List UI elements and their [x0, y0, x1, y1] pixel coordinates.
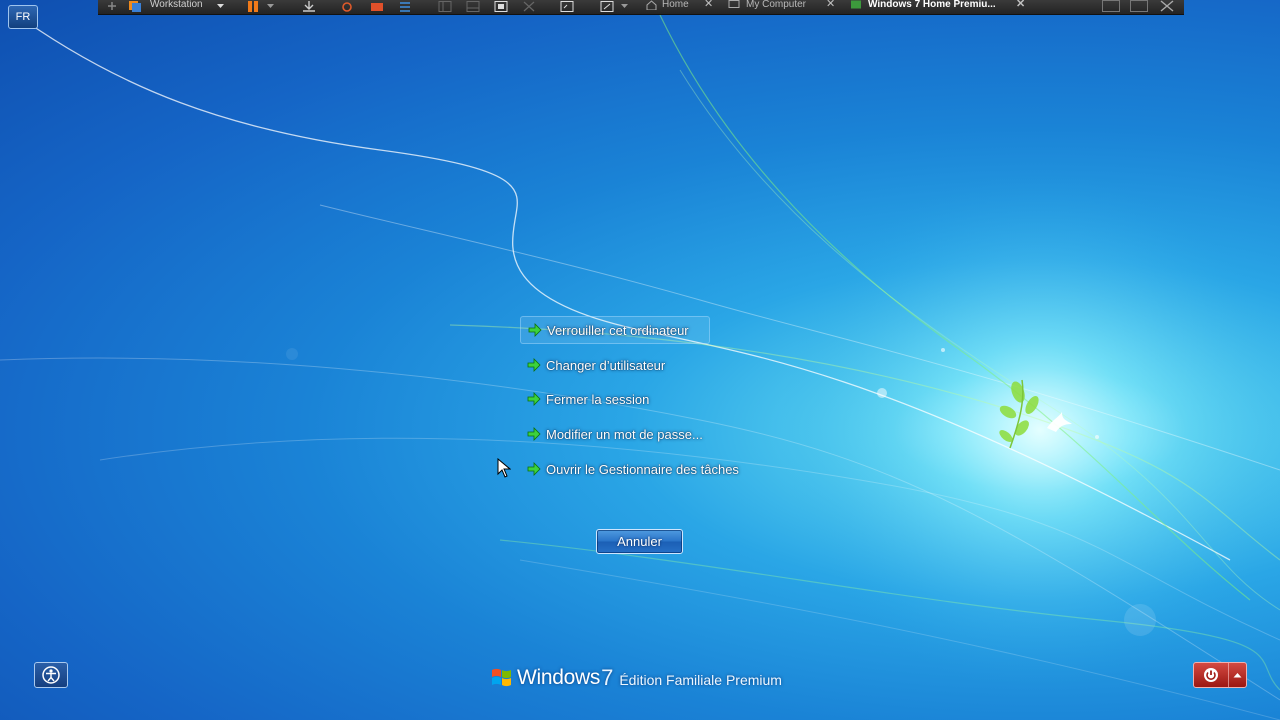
green-arrow-icon — [527, 392, 541, 406]
minimize-button[interactable] — [1102, 0, 1120, 12]
console-view-icon[interactable] — [560, 1, 574, 12]
restore-button[interactable] — [1130, 0, 1148, 12]
menu-item-label: Modifier un mot de passe... — [546, 426, 703, 442]
stretch-view-icon[interactable] — [600, 1, 614, 12]
vm-running-icon — [851, 0, 861, 9]
brand-edition: Édition Familiale Premium — [619, 672, 782, 688]
green-arrow-icon — [527, 462, 541, 476]
power-button[interactable] — [1194, 663, 1229, 687]
shutdown-button[interactable] — [1193, 662, 1247, 688]
chevron-down-icon[interactable] — [216, 1, 225, 12]
menu-item-lock-computer[interactable]: Verrouiller cet ordinateur — [520, 316, 710, 344]
full-screen-icon[interactable] — [494, 1, 508, 12]
vmware-logo-icon — [129, 1, 141, 12]
snapshot-icon[interactable] — [340, 1, 354, 12]
close-icon[interactable]: ✕ — [704, 0, 713, 10]
mouse-cursor-icon — [497, 458, 511, 478]
close-icon[interactable]: ✕ — [1016, 0, 1025, 10]
sidebar-icon[interactable] — [438, 1, 452, 12]
brand-word: Windows — [517, 666, 601, 689]
menu-item-change-password[interactable]: Modifier un mot de passe... — [520, 420, 780, 448]
close-button[interactable] — [1158, 0, 1176, 12]
grip-icon[interactable] — [106, 1, 118, 12]
cancel-button[interactable]: Annuler — [596, 529, 683, 554]
green-arrow-icon — [527, 427, 541, 441]
windows-branding: Windows 7 Édition Familiale Premium — [490, 661, 782, 691]
send-keys-icon[interactable] — [302, 1, 316, 12]
green-arrow-icon — [528, 323, 542, 337]
monitor-icon — [728, 0, 740, 8]
snapshot-manager-icon[interactable] — [398, 1, 412, 12]
shutdown-options-button[interactable] — [1229, 663, 1246, 687]
thumbnail-icon[interactable] — [466, 1, 480, 12]
power-icon — [1204, 668, 1218, 682]
language-indicator[interactable]: FR — [8, 5, 38, 29]
vmware-toolbar: Workstation Home ✕ My Computer ✕ Windows… — [98, 0, 1184, 15]
windows-flag-icon — [492, 668, 511, 687]
menu-item-log-off[interactable]: Fermer la session — [520, 385, 780, 413]
menu-item-label: Changer d’utilisateur — [546, 357, 666, 373]
tab-label: My Computer — [746, 0, 807, 10]
pause-icon[interactable] — [246, 1, 262, 12]
brand-version: 7 — [601, 665, 614, 690]
ease-of-access-icon — [42, 666, 60, 684]
green-arrow-icon — [527, 358, 541, 372]
home-icon — [646, 0, 657, 10]
close-icon — [1160, 0, 1174, 12]
menu-item-switch-user[interactable]: Changer d’utilisateur — [520, 351, 780, 379]
unity-icon[interactable] — [522, 1, 536, 12]
ease-of-access-button[interactable] — [34, 662, 68, 688]
menu-item-task-manager[interactable]: Ouvrir le Gestionnaire des tâches — [520, 455, 780, 483]
menu-item-label: Verrouiller cet ordinateur — [547, 322, 689, 338]
chevron-down-icon[interactable] — [266, 1, 275, 12]
tab-label: Home — [662, 0, 689, 10]
menu-item-label: Fermer la session — [546, 391, 650, 407]
tab-label: Windows 7 Home Premiu... — [868, 0, 996, 10]
close-icon[interactable]: ✕ — [826, 0, 835, 10]
revert-snapshot-icon[interactable] — [370, 1, 384, 12]
menu-item-label: Ouvrir le Gestionnaire des tâches — [546, 461, 739, 477]
chevron-up-icon — [1233, 673, 1242, 678]
chevron-down-icon[interactable] — [620, 1, 629, 12]
workstation-menu[interactable]: Workstation — [150, 0, 203, 10]
